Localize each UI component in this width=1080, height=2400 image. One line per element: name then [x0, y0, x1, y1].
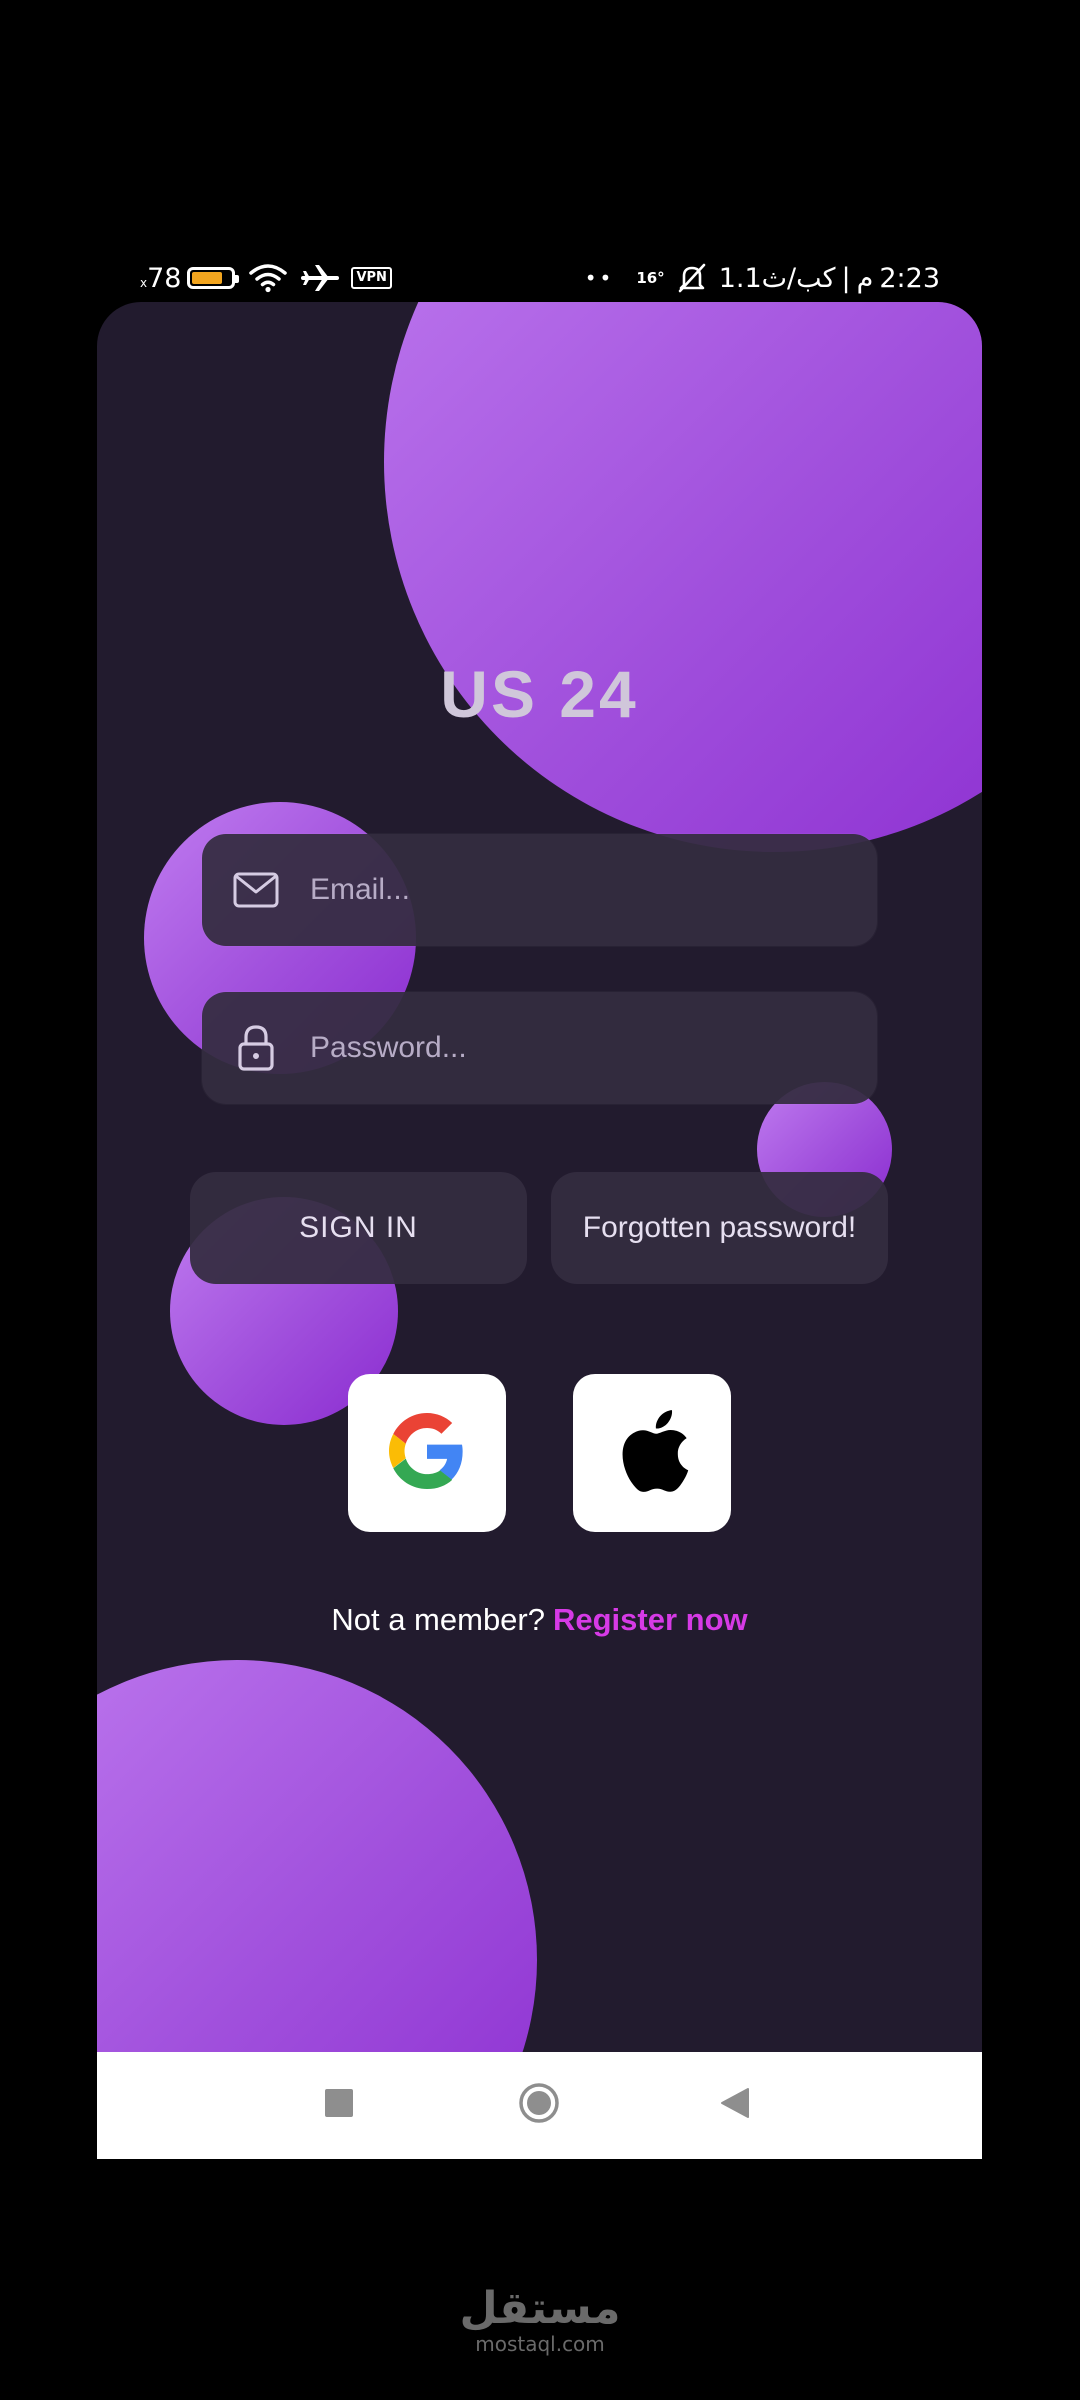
- notification-dots: ••: [584, 266, 615, 290]
- decorative-bubble: [384, 302, 982, 852]
- home-icon: [518, 2082, 560, 2129]
- temperature-label: 16°: [636, 269, 665, 287]
- battery-level: x78: [140, 263, 181, 294]
- home-button[interactable]: [499, 2052, 579, 2159]
- google-sign-in-button[interactable]: [348, 1374, 506, 1532]
- sign-in-button[interactable]: SIGN IN: [190, 1172, 527, 1284]
- register-prompt-text: Not a member?: [331, 1602, 545, 1637]
- apple-icon: [612, 1406, 692, 1501]
- watermark-logo: مستقل: [459, 2283, 621, 2334]
- back-button[interactable]: [695, 2052, 775, 2159]
- status-bar-left: x78 VPN: [140, 258, 392, 298]
- watermark: مستقل mostaql.com: [0, 2283, 1080, 2356]
- apple-sign-in-button[interactable]: [573, 1374, 731, 1532]
- clock-time: 2:23: [879, 262, 940, 294]
- watermark-url: mostaql.com: [475, 2332, 605, 2356]
- password-input[interactable]: [308, 1030, 832, 1066]
- decorative-bubble: [97, 1660, 537, 2052]
- wifi-icon: [249, 263, 288, 293]
- back-icon: [720, 2087, 750, 2124]
- recents-button[interactable]: [299, 2052, 379, 2159]
- mail-icon: [232, 866, 280, 914]
- ampm-label: م: [856, 262, 874, 294]
- email-input[interactable]: [308, 872, 832, 908]
- status-bar: x78 VPN •• 16° 1.1كب/ث | م 2:23: [140, 258, 940, 298]
- register-link[interactable]: Register now: [553, 1602, 748, 1637]
- google-icon: [389, 1412, 465, 1494]
- register-prompt: Not a member? Register now: [97, 1602, 982, 1638]
- lock-icon: [232, 1024, 280, 1072]
- battery-fill: [192, 272, 223, 284]
- data-speed: 1.1كب/ث: [718, 262, 836, 294]
- status-separator: |: [841, 262, 851, 294]
- login-screen: US 24 SIGN IN Forgotten password!: [97, 302, 982, 2052]
- battery-percent: 78: [147, 262, 182, 294]
- battery-icon: [187, 267, 240, 289]
- password-field[interactable]: [202, 992, 877, 1104]
- app-title: US 24: [440, 657, 639, 731]
- mute-icon: [677, 263, 707, 293]
- status-bar-right: •• 16° 1.1كب/ث | م 2:23: [585, 258, 940, 298]
- email-field[interactable]: [202, 834, 877, 946]
- recents-icon: [325, 2089, 353, 2122]
- forgot-password-button[interactable]: Forgotten password!: [551, 1172, 888, 1284]
- vpn-icon: VPN: [351, 267, 392, 289]
- airplane-icon: [301, 263, 340, 293]
- navigation-bar: [97, 2052, 982, 2159]
